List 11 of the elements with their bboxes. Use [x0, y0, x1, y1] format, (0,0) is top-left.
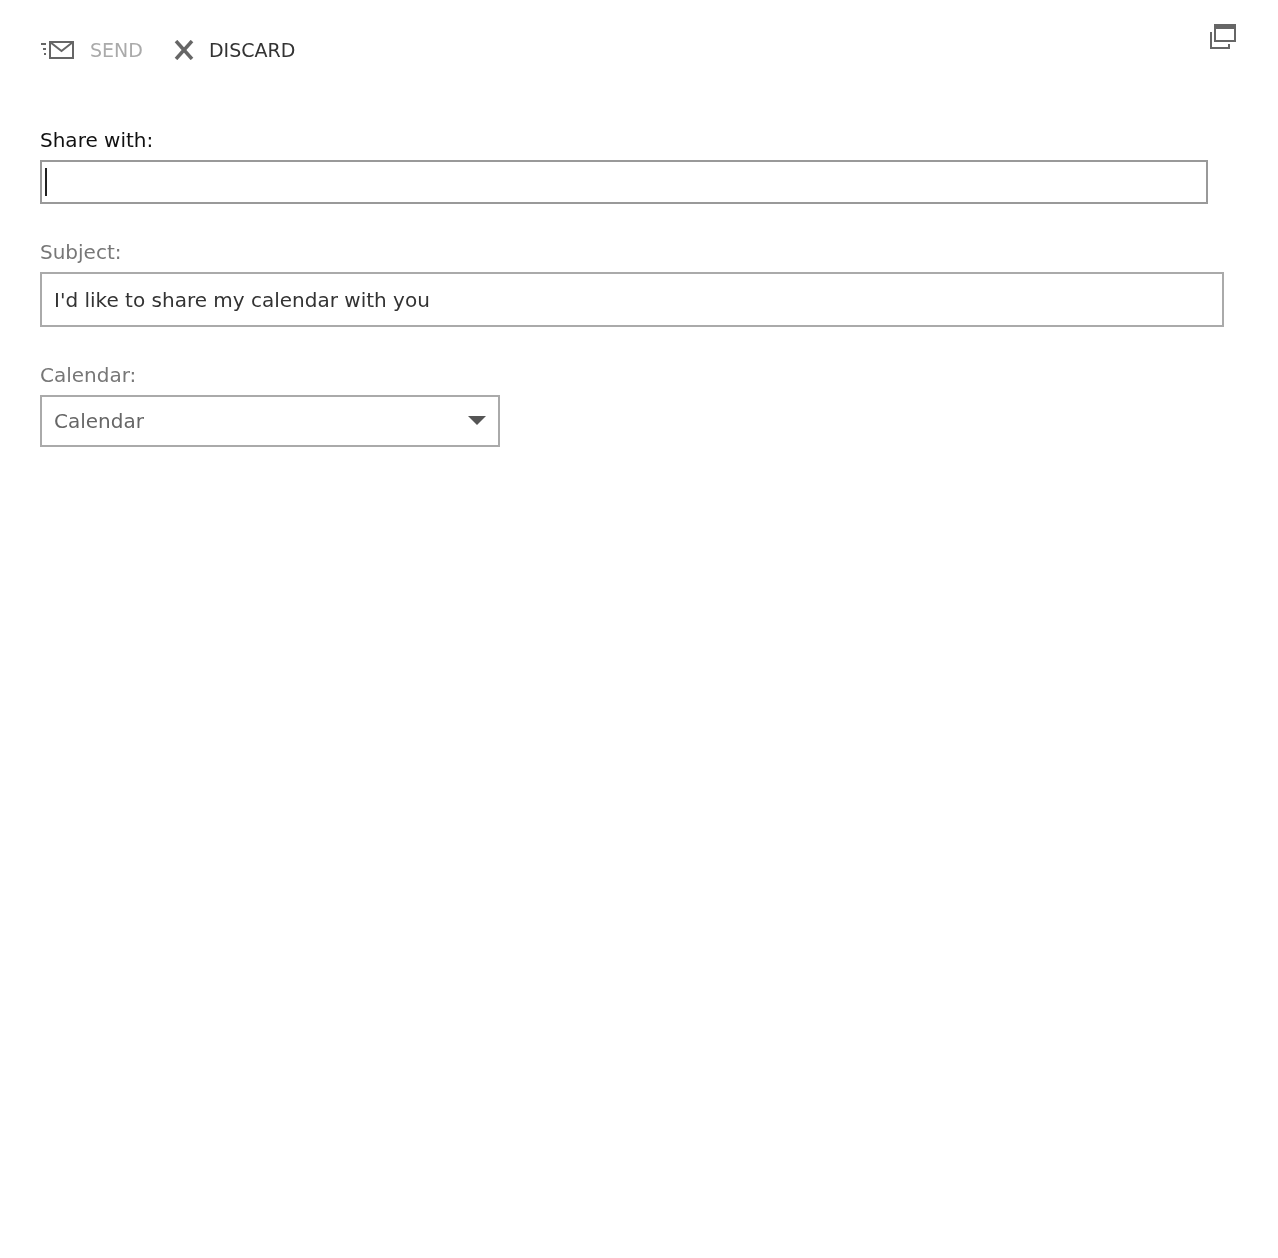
input-field[interactable]: I'd like to share my calendar with you	[40, 272, 1224, 327]
field-label: Share with:	[40, 128, 155, 152]
input-field[interactable]	[40, 160, 1208, 204]
close-icon	[172, 40, 195, 60]
field-label: Calendar:	[40, 363, 138, 387]
discard-button[interactable]: DISCARD	[172, 39, 296, 61]
mail-icon	[40, 40, 76, 60]
field-label: Subject:	[40, 240, 123, 264]
dropdown-arrow-icon	[468, 416, 486, 426]
calendar-dropdown[interactable]: Calendar	[40, 395, 500, 447]
pop-out-icon[interactable]	[1209, 24, 1237, 50]
